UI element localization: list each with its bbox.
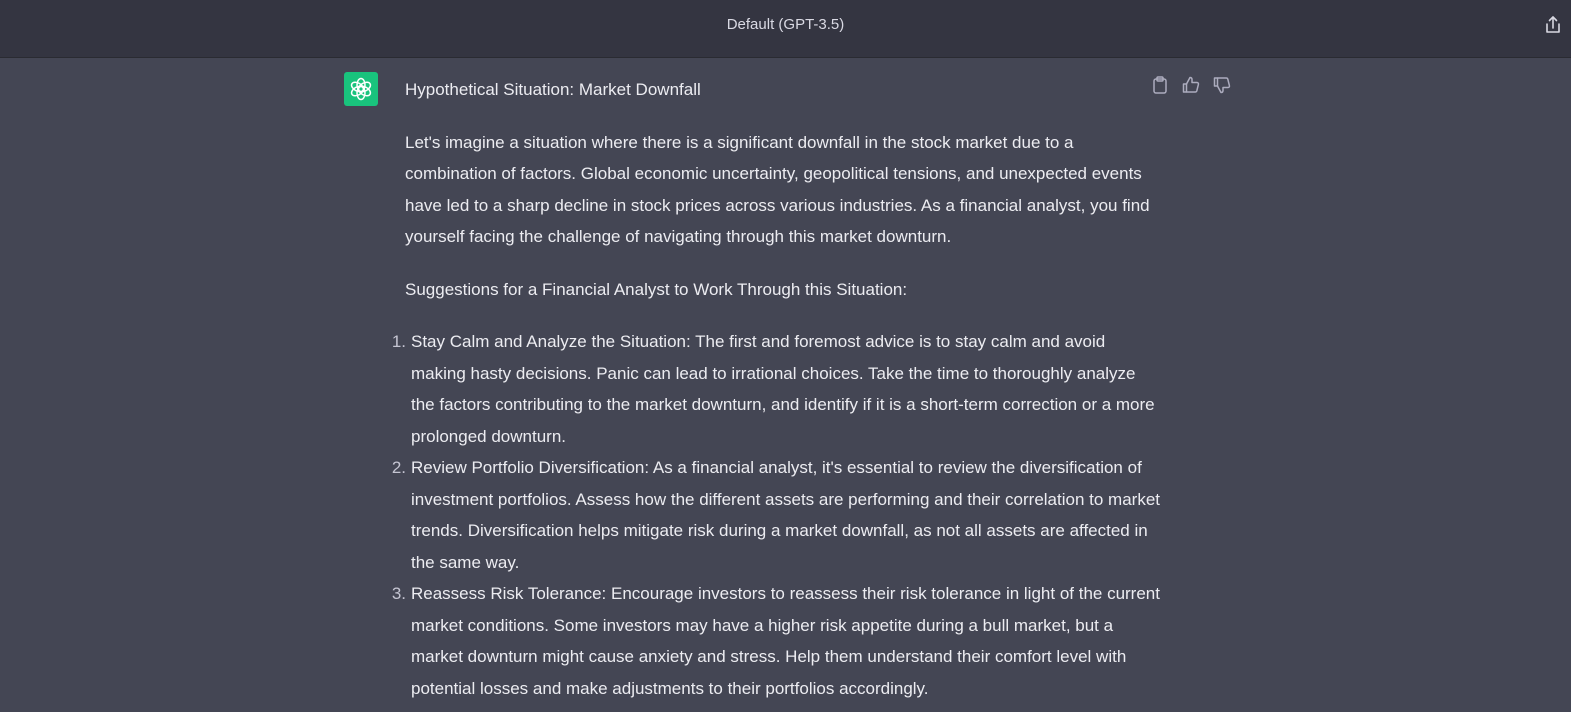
message-content: Hypothetical Situation: Market Downfall … — [392, 74, 1160, 704]
list-number: 2. — [391, 458, 406, 477]
thumbs-up-icon[interactable] — [1181, 75, 1201, 95]
suggestions-heading: Suggestions for a Financial Analyst to W… — [405, 279, 908, 299]
openai-logo-icon — [350, 77, 372, 101]
top-bar: Default (GPT-3.5) — [0, 0, 1571, 58]
assistant-avatar — [344, 72, 378, 106]
share-icon[interactable] — [1543, 14, 1563, 36]
list-item: 3. Reassess Risk Tolerance: Encourage in… — [392, 578, 1161, 704]
message-title: Hypothetical Situation: Market Downfall — [405, 80, 701, 99]
list-number: 3. — [391, 584, 406, 603]
model-title[interactable]: Default (GPT-3.5) — [0, 16, 1571, 33]
list-item-text: Review Portfolio Diversification: As a f… — [411, 458, 1160, 572]
list-number: 1. — [391, 332, 406, 351]
list-item: 1. Stay Calm and Analyze the Situation: … — [392, 326, 1161, 452]
message-actions — [1150, 75, 1232, 95]
list-item-text: Reassess Risk Tolerance: Encourage inves… — [411, 584, 1160, 698]
list-item-text: Stay Calm and Analyze the Situation: The… — [411, 332, 1155, 446]
thumbs-down-icon[interactable] — [1212, 75, 1232, 95]
intro-paragraph: Let's imagine a situation where there is… — [405, 132, 1150, 247]
list-item: 2. Review Portfolio Diversification: As … — [392, 452, 1161, 578]
suggestions-list: 1. Stay Calm and Analyze the Situation: … — [392, 326, 1161, 704]
